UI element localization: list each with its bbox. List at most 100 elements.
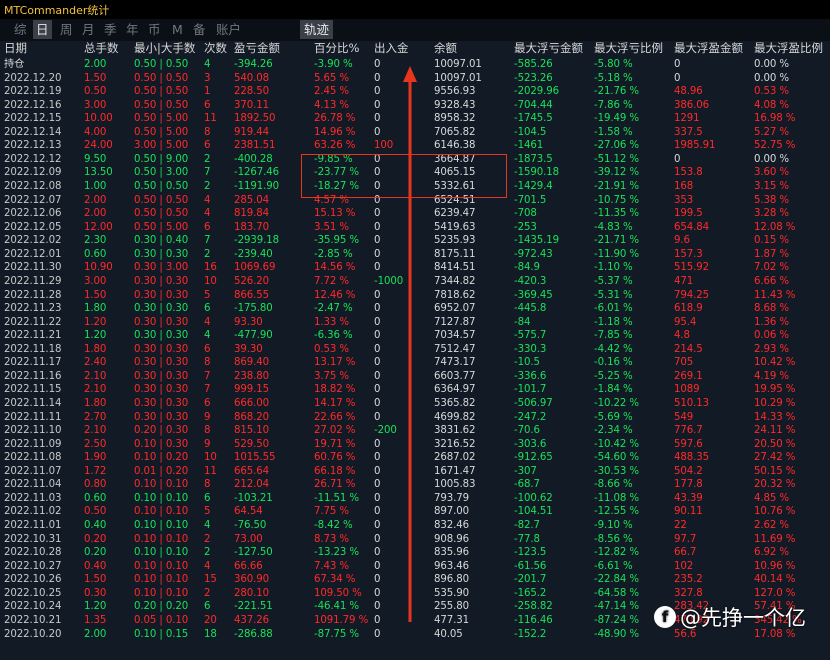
cell-date: 2022.11.02 bbox=[4, 506, 62, 518]
cell-total-lots: 0.40 bbox=[84, 560, 107, 572]
table-row[interactable]: 2022.10.25 0.30 0.10 | 0.10 2 280.10 109.50 %… bbox=[0, 587, 830, 601]
cell-balance: 10097.01 bbox=[434, 72, 482, 84]
table-row[interactable]: 2022.11.11 2.70 0.30 | 0.30 9 868.20 22.66 % 0… bbox=[0, 411, 830, 425]
table-row[interactable]: 2022.10.26 1.50 0.10 | 0.10 15 360.90 67.34 %… bbox=[0, 573, 830, 587]
cell-date: 2022.11.23 bbox=[4, 303, 62, 315]
header-count[interactable]: 次数 bbox=[204, 41, 227, 56]
table-row[interactable]: 2022.10.27 0.40 0.10 | 0.10 4 66.66 7.43 % 0 96… bbox=[0, 560, 830, 574]
tab-year[interactable]: 年 bbox=[126, 20, 139, 39]
header-pnl-amount[interactable]: 盈亏金额 bbox=[234, 41, 280, 56]
table-row[interactable]: 2022.11.28 1.50 0.30 | 0.30 5 866.55 12.46 % 0… bbox=[0, 289, 830, 303]
cell-balance: 255.80 bbox=[434, 601, 470, 613]
table-row[interactable]: 2022.11.21 1.20 0.30 | 0.30 4 -477.90 -6.36 %… bbox=[0, 329, 830, 343]
cell-pnl-amount: -477.90 bbox=[234, 330, 273, 342]
tab-quarter[interactable]: 季 bbox=[104, 20, 117, 39]
cell-count: 2 bbox=[204, 181, 211, 193]
table-row[interactable]: 2022.11.03 0.60 0.10 | 0.10 6 -103.21 -11.51 … bbox=[0, 492, 830, 506]
cell-pct: 15.13 % bbox=[314, 208, 356, 220]
header-max-float-profit-pct[interactable]: 最大浮盈比例 bbox=[754, 41, 823, 56]
table-row[interactable]: 2022.11.01 0.40 0.10 | 0.10 4 -76.50 -8.42 % 0… bbox=[0, 519, 830, 533]
cell-pct: 67.34 % bbox=[314, 574, 356, 586]
tab-month[interactable]: 月 bbox=[82, 20, 95, 39]
table-row[interactable]: 2022.12.06 2.00 0.50 | 0.50 4 819.84 15.13 % 0… bbox=[0, 207, 830, 221]
cell-max-float-loss-pct: -27.06 % bbox=[594, 140, 639, 152]
cell-total-lots: 2.70 bbox=[84, 411, 107, 423]
cell-max-float-profit: 157.3 bbox=[674, 248, 703, 260]
table-row[interactable]: 2022.12.14 4.00 0.50 | 5.00 8 919.44 14.96 % 0… bbox=[0, 126, 830, 140]
cell-date: 2022.10.28 bbox=[4, 547, 62, 559]
header-deposit[interactable]: 出入金 bbox=[374, 41, 409, 56]
table-row[interactable]: 2022.12.08 1.00 0.50 | 0.50 2 -1191.90 -18.27… bbox=[0, 180, 830, 194]
cell-pct: 7.72 % bbox=[314, 275, 350, 287]
cell-total-lots: 0.40 bbox=[84, 520, 107, 532]
cell-max-float-loss-pct: -1.84 % bbox=[594, 384, 633, 396]
table-row[interactable]: 2022.12.01 0.60 0.30 | 0.30 2 -239.40 -2.85 %… bbox=[0, 248, 830, 262]
table-row[interactable]: 2022.11.16 2.10 0.30 | 0.30 7 238.80 3.75 % 0 6… bbox=[0, 370, 830, 384]
table-row[interactable]: 2022.10.28 0.20 0.10 | 0.10 2 -127.50 -13.23 … bbox=[0, 546, 830, 560]
table-row[interactable]: 2022.12.02 2.30 0.30 | 0.40 7 -2939.18 -35.95… bbox=[0, 234, 830, 248]
cell-max-float-profit-pct: 1.87 % bbox=[754, 248, 790, 260]
cell-min-max-lots: 0.30 | 0.30 bbox=[134, 316, 189, 328]
header-pct[interactable]: 百分比% bbox=[314, 41, 359, 56]
track-button[interactable]: 轨迹 bbox=[300, 20, 334, 39]
table-row[interactable]: 2022.11.18 1.80 0.30 | 0.30 6 39.30 0.53 % 0 75… bbox=[0, 343, 830, 357]
table-row[interactable]: 2022.12.05 12.00 0.50 | 5.00 6 183.70 3.51 % 0… bbox=[0, 221, 830, 235]
cell-max-float-loss-pct: -51.12 % bbox=[594, 153, 639, 165]
cell-balance: 6146.38 bbox=[434, 140, 476, 152]
table-row[interactable]: 2022.12.07 2.00 0.50 | 0.50 4 285.04 4.57 % 0 6… bbox=[0, 194, 830, 208]
table-row[interactable]: 2022.11.08 1.90 0.10 | 0.20 10 1015.55 60.76 … bbox=[0, 451, 830, 465]
cell-max-float-loss: -247.2 bbox=[514, 411, 547, 423]
cell-min-max-lots: 0.50 | 0.50 bbox=[134, 99, 189, 111]
tab-day[interactable]: 日 bbox=[33, 20, 52, 39]
table-row[interactable]: 2022.12.13 24.00 3.00 | 5.00 6 2381.51 63.26 … bbox=[0, 139, 830, 153]
cell-total-lots: 2.10 bbox=[84, 370, 107, 382]
cell-deposit: 0 bbox=[374, 479, 381, 491]
header-date[interactable]: 日期 bbox=[4, 41, 27, 56]
table-row[interactable]: 2022.10.31 0.20 0.10 | 0.10 2 73.00 8.73 % 0 90… bbox=[0, 533, 830, 547]
table-row[interactable]: 2022.12.20 1.50 0.50 | 0.50 3 540.08 5.65 % 0 1… bbox=[0, 72, 830, 86]
table-row[interactable]: 2022.11.14 1.80 0.30 | 0.30 6 666.00 14.17 % 0… bbox=[0, 397, 830, 411]
cell-max-float-loss: -445.8 bbox=[514, 303, 547, 315]
cell-balance: 5332.61 bbox=[434, 181, 476, 193]
cell-balance: 8958.32 bbox=[434, 113, 476, 125]
cell-deposit: 0 bbox=[374, 248, 381, 260]
table-row[interactable]: 2022.11.30 10.90 0.30 | 3.00 16 1069.69 14.56… bbox=[0, 261, 830, 275]
header-total-lots[interactable]: 总手数 bbox=[84, 41, 119, 56]
table-row[interactable]: 2022.11.10 2.10 0.20 | 0.30 8 815.10 27.02 % -… bbox=[0, 424, 830, 438]
cell-pnl-amount: 228.50 bbox=[234, 86, 270, 98]
cell-max-float-loss-pct: -22.84 % bbox=[594, 574, 639, 586]
tab-account[interactable]: 账户 bbox=[216, 20, 241, 39]
table-row[interactable]: 2022.11.17 2.40 0.30 | 0.30 8 869.40 13.17 % 0… bbox=[0, 356, 830, 370]
table-row[interactable]: 2022.11.07 1.72 0.01 | 0.20 11 665.64 66.18 %… bbox=[0, 465, 830, 479]
table-row[interactable]: 2022.12.16 3.00 0.50 | 0.50 6 370.11 4.13 % 0 9… bbox=[0, 99, 830, 113]
header-max-float-profit[interactable]: 最大浮盈金额 bbox=[674, 41, 743, 56]
table-row[interactable]: 2022.11.04 0.80 0.10 | 0.10 8 212.04 26.71 % 0… bbox=[0, 478, 830, 492]
tab-currency[interactable]: 币 bbox=[148, 20, 161, 39]
header-max-float-loss-pct[interactable]: 最大浮亏比例 bbox=[594, 41, 663, 56]
table-row[interactable]: 2022.11.15 2.10 0.30 | 0.30 7 999.15 18.82 % 0… bbox=[0, 383, 830, 397]
tab-week[interactable]: 周 bbox=[60, 20, 73, 39]
tab-m[interactable]: M bbox=[172, 20, 183, 39]
header-max-float-loss[interactable]: 最大浮亏金额 bbox=[514, 41, 583, 56]
cell-deposit: 0 bbox=[374, 533, 381, 545]
table-row[interactable]: 2022.12.09 13.50 0.50 | 3.00 7 -1267.46 -23.7… bbox=[0, 166, 830, 180]
header-balance[interactable]: 余额 bbox=[434, 41, 457, 56]
table-row[interactable]: 2022.11.09 2.50 0.10 | 0.30 9 529.50 19.71 % 0… bbox=[0, 438, 830, 452]
tab-note[interactable]: 备 bbox=[193, 20, 206, 39]
table-row[interactable]: 2022.12.12 9.50 0.50 | 9.00 2 -400.28 -9.85 %… bbox=[0, 153, 830, 167]
table-row[interactable]: 2022.11.23 1.80 0.30 | 0.30 6 -175.80 -2.47 %… bbox=[0, 302, 830, 316]
table-row[interactable]: 2022.11.29 3.00 0.30 | 0.30 10 526.20 7.72 % -… bbox=[0, 275, 830, 289]
table-row[interactable]: 2022.12.15 10.00 0.50 | 5.00 11 1892.50 26.78… bbox=[0, 112, 830, 126]
cell-pnl-amount: 64.54 bbox=[234, 506, 263, 518]
table-row[interactable]: 2022.12.19 0.50 0.50 | 0.50 1 228.50 2.45 % 0 9… bbox=[0, 85, 830, 99]
table-row[interactable]: 持仓 2.00 0.50 | 0.50 4 -394.26 -3.90 % 0 10097.0… bbox=[0, 58, 830, 72]
cell-total-lots: 1.35 bbox=[84, 614, 107, 626]
cell-deposit: -1000 bbox=[374, 275, 404, 287]
cell-max-float-profit: 66.7 bbox=[674, 547, 697, 559]
cell-total-lots: 3.00 bbox=[84, 99, 107, 111]
table-row[interactable]: 2022.11.22 1.20 0.30 | 0.30 4 93.30 1.33 % 0 71… bbox=[0, 316, 830, 330]
table-row[interactable]: 2022.11.02 0.50 0.10 | 0.10 5 64.54 7.75 % 0 89… bbox=[0, 505, 830, 519]
tab-all[interactable]: 综 bbox=[14, 20, 27, 39]
header-min-max-lots[interactable]: 最小|大手数 bbox=[134, 41, 195, 56]
cell-max-float-profit-pct: 1.36 % bbox=[754, 316, 790, 328]
